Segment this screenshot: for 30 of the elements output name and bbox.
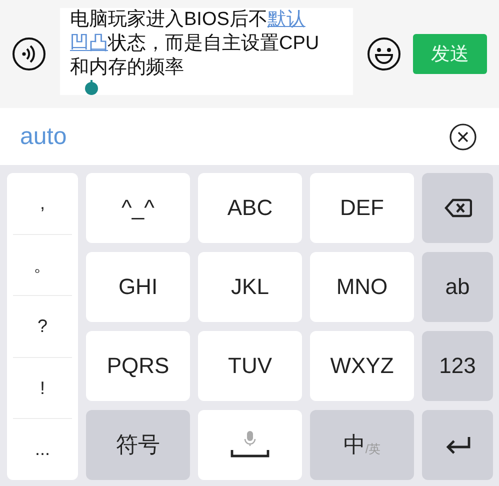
key[interactable]: ^_^ [86, 173, 190, 243]
smiley-icon[interactable] [367, 37, 402, 71]
key[interactable]: ab [422, 252, 493, 322]
voice-icon[interactable] [12, 37, 46, 71]
punctuation-key[interactable]: ! [13, 358, 72, 420]
backspace-key[interactable] [422, 173, 493, 243]
enter-icon [444, 436, 472, 454]
selection-handle[interactable] [84, 80, 99, 95]
punctuation-key[interactable]: ... [13, 419, 72, 480]
clear-icon[interactable] [449, 122, 477, 150]
key[interactable]: 123 [422, 331, 493, 401]
key[interactable]: ABC [198, 173, 302, 243]
key[interactable]: 符号 [86, 410, 190, 480]
space-mic-icon [229, 430, 271, 460]
key-sublabel: /英 [365, 440, 381, 458]
key[interactable]: GHI [86, 252, 190, 322]
punctuation-key[interactable]: ? [13, 296, 72, 358]
punctuation-key[interactable]: 。 [13, 234, 72, 296]
language-key[interactable]: 中/英 [310, 410, 414, 480]
key[interactable]: PQRS [86, 331, 190, 401]
key[interactable]: JKL [198, 252, 302, 322]
punctuation-key[interactable]: , [13, 173, 72, 235]
backspace-icon [444, 198, 472, 218]
key[interactable]: MNO [310, 252, 414, 322]
key[interactable]: TUV [198, 331, 302, 401]
key[interactable]: DEF [310, 173, 414, 243]
message-text: 电脑玩家进入BIOS后不默认 凹凸状态，而是自主设置CPU 和内存的频率 [70, 8, 320, 80]
enter-key[interactable] [422, 410, 493, 480]
key[interactable]: WXYZ [310, 331, 414, 401]
message-field[interactable]: 电脑玩家进入BIOS后不默认 凹凸状态，而是自主设置CPU 和内存的频率 [60, 8, 354, 95]
